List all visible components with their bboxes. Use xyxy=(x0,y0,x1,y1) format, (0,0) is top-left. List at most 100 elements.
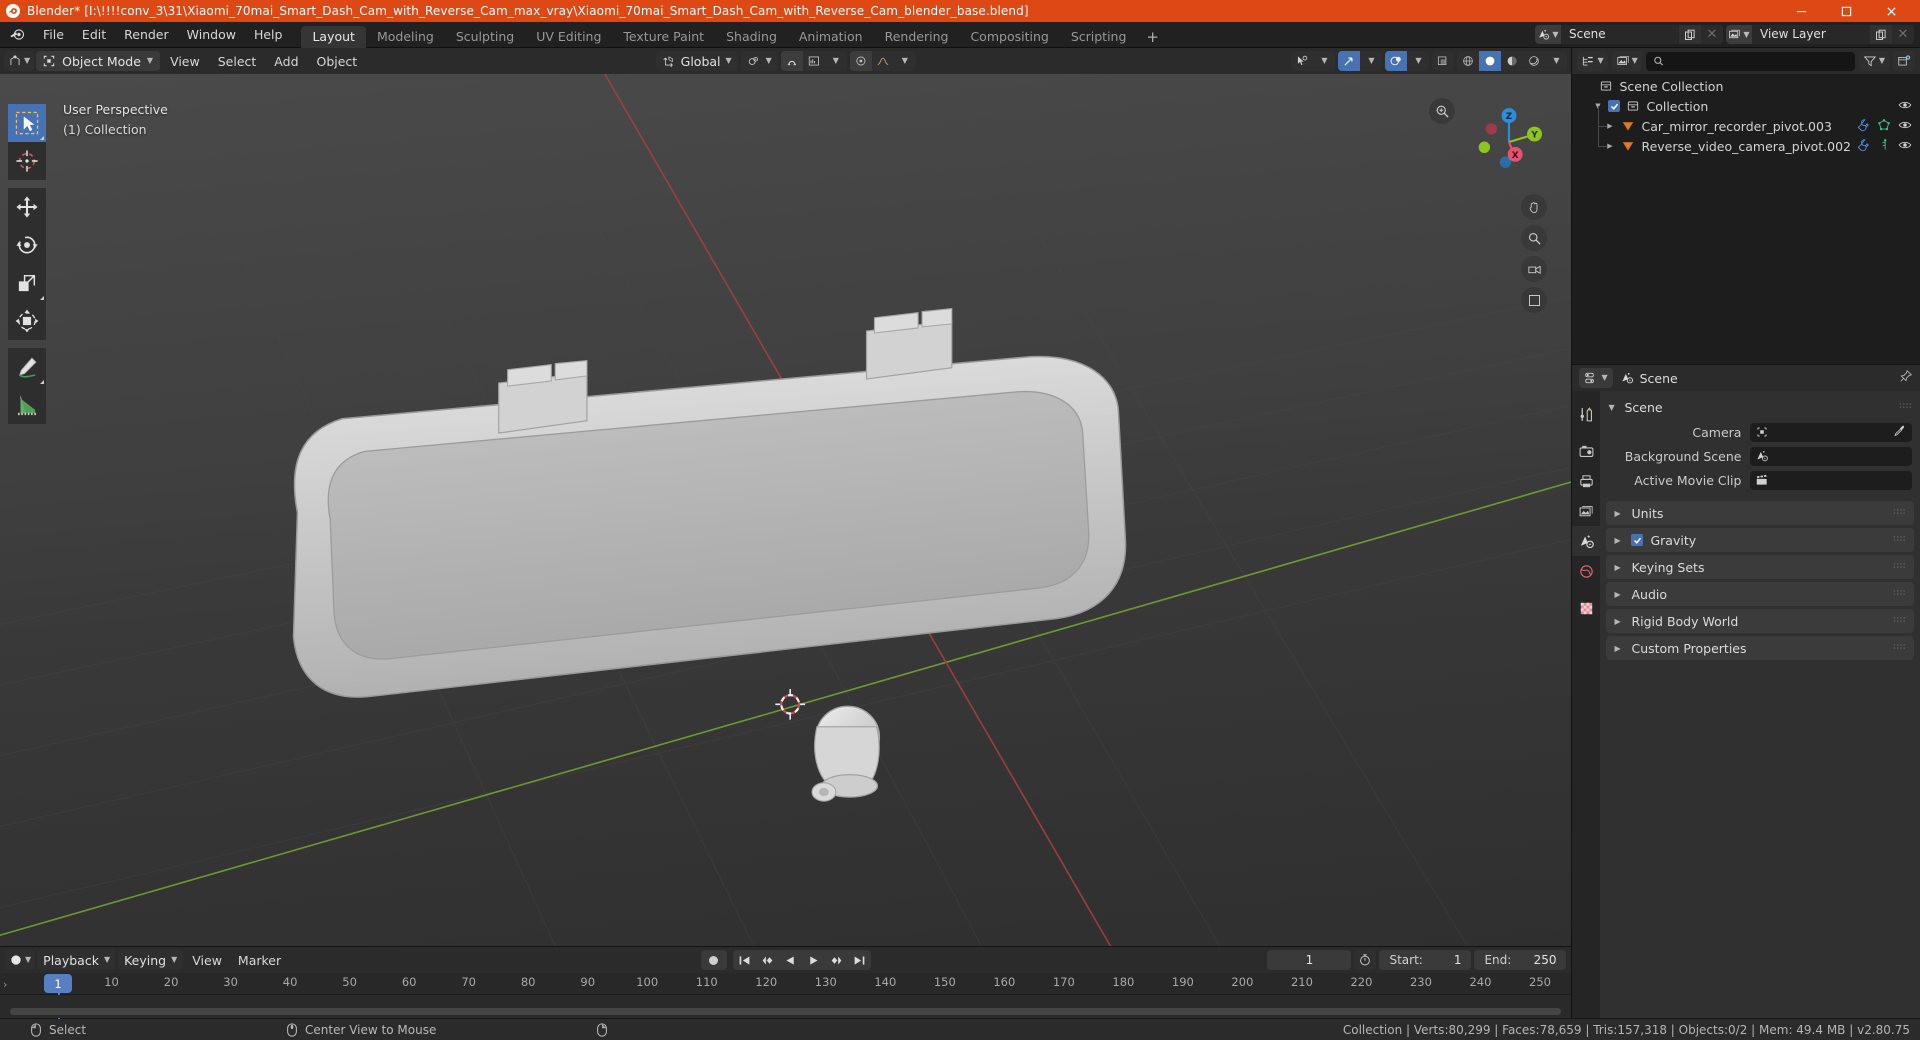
expand-arrow[interactable]: ▶ xyxy=(1614,563,1624,572)
move-tool[interactable] xyxy=(8,188,46,226)
next-keyframe-button[interactable] xyxy=(825,950,848,970)
outliner-row-collection[interactable]: ▼ Collection xyxy=(1572,96,1920,116)
gravity-checkbox[interactable] xyxy=(1631,534,1644,546)
gravity-panel[interactable]: ▶ Gravity xyxy=(1606,528,1914,552)
toggle-ortho-icon[interactable] xyxy=(1521,287,1548,313)
workspace-tab-animation[interactable]: Animation xyxy=(788,26,874,48)
expand-arrow[interactable]: ▼ xyxy=(1608,403,1618,412)
filter-icon[interactable]: ▼ xyxy=(1858,51,1889,71)
eyedropper-icon[interactable] xyxy=(1893,424,1906,441)
eye-icon[interactable] xyxy=(1898,98,1912,115)
viewport-menu-view[interactable]: View xyxy=(162,52,208,71)
outliner-tree[interactable]: Scene Collection ▼ Collection xyxy=(1572,74,1920,364)
play-button[interactable] xyxy=(802,950,825,970)
new-scene-icon[interactable] xyxy=(1679,25,1701,44)
overlays-chevron-down-icon[interactable]: ▼ xyxy=(1407,51,1429,71)
outliner-editor-icon[interactable]: ▼ xyxy=(1577,51,1608,71)
view-layer-name[interactable]: View Layer xyxy=(1752,25,1870,44)
outliner-search-input[interactable] xyxy=(1668,54,1848,68)
shading-mode-group[interactable]: ▼ xyxy=(1457,51,1568,71)
proportional-edit-icon[interactable] xyxy=(849,51,872,71)
view-layer-tab[interactable] xyxy=(1572,496,1600,526)
measure-tool[interactable] xyxy=(8,386,46,424)
snap-magnet-icon[interactable] xyxy=(780,51,803,71)
scale-tool[interactable] xyxy=(8,264,46,302)
workspace-tab-uv-editing[interactable]: UV Editing xyxy=(525,26,612,48)
interaction-mode-selector[interactable]: Object Mode ▼ xyxy=(36,51,161,71)
texture-tab[interactable] xyxy=(1572,593,1600,623)
pivot-point-selector[interactable]: ▼ xyxy=(740,51,778,71)
audio-panel[interactable]: ▶ Audio xyxy=(1606,582,1914,606)
gizmo-chevron-down-icon[interactable]: ▼ xyxy=(1360,51,1382,71)
pin-icon[interactable] xyxy=(1899,369,1913,387)
jump-to-start-button[interactable] xyxy=(733,950,756,970)
transform-tool[interactable] xyxy=(8,302,46,340)
timeline-editor-icon[interactable]: ▼ xyxy=(5,950,36,970)
add-workspace-button[interactable]: + xyxy=(1137,26,1168,48)
scene-icon[interactable]: ▼ xyxy=(1535,25,1561,44)
eye-cursor-icon[interactable] xyxy=(1291,51,1313,71)
timeline-menu-marker[interactable]: Marker xyxy=(231,951,288,970)
eye-icon[interactable] xyxy=(1898,138,1912,155)
close-button[interactable] xyxy=(1869,0,1914,22)
rotate-tool[interactable] xyxy=(8,226,46,264)
expand-arrow[interactable]: ▶ xyxy=(1614,644,1624,653)
viewlayer-icon[interactable]: ▼ xyxy=(1726,25,1752,44)
zoom-icon[interactable] xyxy=(1429,98,1456,124)
show-gizmo-icon[interactable] xyxy=(1338,51,1361,71)
gizmo-toggle-group[interactable]: ▼ xyxy=(1338,51,1383,71)
timeline-ruler[interactable]: › 10 20 30 40 50 60 70 80 90 100 110 120 130 140 150 16… xyxy=(0,973,1572,1019)
properties-editor-icon[interactable]: ▼ xyxy=(1579,368,1613,388)
proportional-editing-group[interactable]: ▼ xyxy=(849,51,916,71)
camera-view-icon[interactable] xyxy=(1521,256,1548,282)
workspace-tab-shading[interactable]: Shading xyxy=(715,26,788,48)
render-tab[interactable] xyxy=(1572,436,1600,466)
workspace-tab-scripting[interactable]: Scripting xyxy=(1060,26,1138,48)
move-view-icon[interactable] xyxy=(1521,194,1548,220)
material-preview-shading-icon[interactable] xyxy=(1501,51,1523,71)
output-tab[interactable] xyxy=(1572,466,1600,496)
camera-field[interactable] xyxy=(1750,422,1912,442)
timeline-menu-playback[interactable]: Playback ▼ xyxy=(37,950,117,970)
viewport-menu-add[interactable]: Add xyxy=(266,52,306,71)
timeline-playhead[interactable]: 1 xyxy=(44,974,72,993)
maximize-button[interactable] xyxy=(1824,0,1869,22)
snap-chevron-down-icon[interactable]: ▼ xyxy=(825,51,847,71)
collection-checkbox[interactable] xyxy=(1608,100,1621,112)
workspace-tab-sculpting[interactable]: Sculpting xyxy=(445,26,525,48)
falloff-curve-icon[interactable] xyxy=(872,51,894,71)
scene-panel-header[interactable]: ▼ Scene xyxy=(1600,395,1920,419)
snap-target-icon[interactable] xyxy=(803,51,825,71)
transform-orientation-selector[interactable]: Global ▼ xyxy=(655,51,738,71)
tool-tab[interactable] xyxy=(1572,399,1600,429)
end-frame-field[interactable]: End: 250 xyxy=(1474,950,1567,970)
new-viewlayer-icon[interactable] xyxy=(1870,25,1892,44)
jump-to-end-button[interactable] xyxy=(848,950,871,970)
view-layer-selector[interactable]: ▼ View Layer ✕ xyxy=(1726,25,1914,44)
outliner-search[interactable] xyxy=(1645,51,1855,71)
display-mode-selector[interactable]: ▼ xyxy=(1611,51,1642,71)
3d-viewport[interactable]: User Perspective (1) Collection Z Y X xyxy=(0,74,1572,946)
tweak-tool[interactable] xyxy=(8,104,46,142)
show-overlays-icon[interactable] xyxy=(1385,51,1408,71)
keying-sets-panel[interactable]: ▶ Keying Sets xyxy=(1606,555,1914,579)
timeline-track[interactable] xyxy=(0,995,1572,1018)
mesh-data-icon[interactable] xyxy=(1877,118,1891,135)
solid-shading-icon[interactable] xyxy=(1479,51,1502,71)
play-reverse-button[interactable] xyxy=(779,950,802,970)
rendered-shading-icon[interactable] xyxy=(1523,51,1545,71)
eye-icon[interactable] xyxy=(1898,118,1912,135)
visibility-selector[interactable]: ▼ xyxy=(1291,51,1336,71)
scene-tab[interactable] xyxy=(1572,526,1601,556)
prev-keyframe-button[interactable] xyxy=(756,950,779,970)
unlink-viewlayer-button[interactable]: ✕ xyxy=(1892,25,1914,44)
timeline-scroll-left-icon[interactable]: › xyxy=(3,978,7,991)
menu-edit[interactable]: Edit xyxy=(73,24,115,45)
viewport-menu-object[interactable]: Object xyxy=(309,52,366,71)
world-tab[interactable] xyxy=(1572,556,1600,586)
current-frame-field[interactable]: 1 xyxy=(1267,950,1352,970)
expand-arrow[interactable]: ▶ xyxy=(1614,536,1624,545)
menu-help[interactable]: Help xyxy=(245,24,292,45)
start-frame-field[interactable]: Start: 1 xyxy=(1379,950,1472,970)
zoom-region-icon[interactable] xyxy=(1521,225,1548,251)
